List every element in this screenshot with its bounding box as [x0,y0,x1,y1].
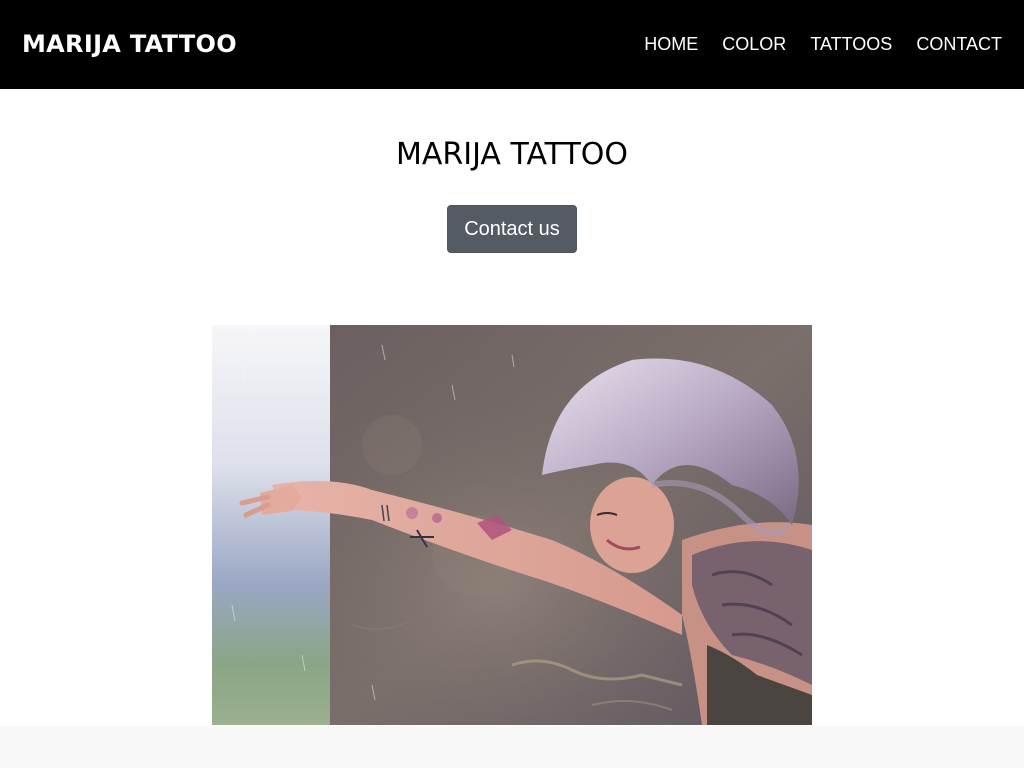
contact-us-button[interactable]: Contact us [447,205,577,253]
nav-link-color[interactable]: COLOR [722,32,786,56]
nav-link-contact[interactable]: CONTACT [916,32,1002,56]
top-navbar: MARIJA TATTOO HOME COLOR TATTOOS CONTACT [0,0,1024,89]
nav-link-home[interactable]: HOME [644,32,698,56]
nav-link-tattoos[interactable]: TATTOOS [810,32,892,56]
brand-logo-link[interactable]: MARIJA TATTOO [22,28,237,60]
hero-photo [212,325,812,725]
footer-strip [0,726,1024,768]
hero-title: MARIJA TATTOO [395,137,629,172]
main-nav: HOME COLOR TATTOOS CONTACT [644,32,1002,56]
